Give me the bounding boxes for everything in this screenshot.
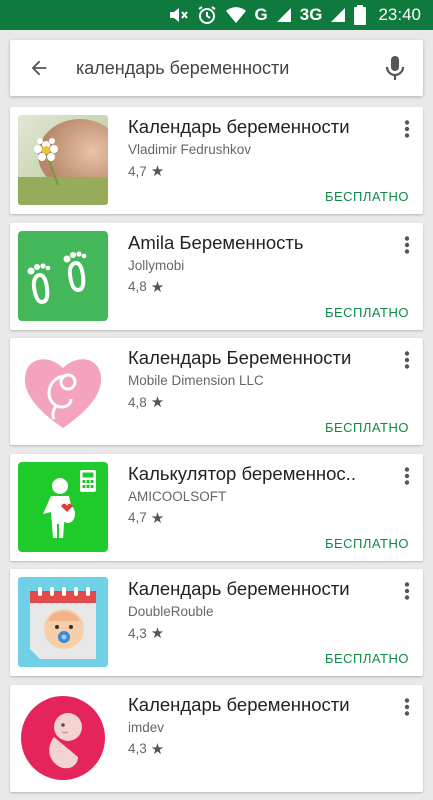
clock: 23:40 xyxy=(378,5,421,24)
belly-flower-photo xyxy=(18,115,108,205)
app-card[interactable]: Amila Беременность Jollymobi 4,8 ★ БЕСПЛ… xyxy=(10,222,423,330)
star-icon: ★ xyxy=(150,509,165,527)
signal-icon xyxy=(276,7,292,23)
rating-value: 4,7 xyxy=(128,510,147,525)
star-icon: ★ xyxy=(150,394,165,411)
app-developer[interactable]: Mobile Dimension LLC xyxy=(128,373,264,388)
mute-icon xyxy=(169,6,189,24)
app-developer[interactable]: Vladimir Fedrushkov xyxy=(128,142,251,157)
star-icon: ★ xyxy=(150,625,165,642)
app-list: Календарь беременности Vladimir Fedrushk… xyxy=(10,107,423,800)
app-price: БЕСПЛАТНО xyxy=(324,189,409,204)
network-type-g: G xyxy=(254,5,268,24)
star-icon: ★ xyxy=(150,740,165,758)
rating-value: 4,3 xyxy=(128,741,147,756)
pregnant-calculator-icon xyxy=(18,461,108,552)
app-developer[interactable]: DoubleRouble xyxy=(128,604,214,619)
app-price: БЕСПЛАТНО xyxy=(324,651,409,666)
search-input[interactable] xyxy=(68,57,367,79)
app-title: Калькулятор беременнос.. xyxy=(128,462,356,484)
heart-embryo-icon xyxy=(18,346,108,436)
app-rating: 4,3 ★ xyxy=(128,740,164,758)
app-title: Календарь беременности xyxy=(128,116,350,137)
wifi-icon xyxy=(225,6,247,24)
app-card[interactable]: Календарь беременности imdev 4,3 ★ xyxy=(10,684,423,792)
more-vert-icon xyxy=(404,235,410,254)
app-price: БЕСПЛАТНО xyxy=(324,420,409,435)
search-bar xyxy=(10,40,423,96)
rating-value: 4,3 xyxy=(128,625,147,641)
overflow-menu-button[interactable] xyxy=(397,117,417,141)
overflow-menu-button[interactable] xyxy=(397,348,417,372)
app-rating: 4,3 ★ xyxy=(128,624,164,642)
app-rating: 4,8 ★ xyxy=(128,393,164,411)
rating-value: 4,8 xyxy=(128,279,147,294)
back-button[interactable] xyxy=(10,40,68,96)
more-vert-icon xyxy=(404,582,410,600)
app-title: Календарь беременности xyxy=(128,578,350,599)
app-title: Календарь Беременности xyxy=(128,347,352,368)
app-developer[interactable]: imdev xyxy=(128,720,164,735)
star-icon: ★ xyxy=(150,278,165,296)
alarm-icon xyxy=(197,5,217,25)
arrow-back-icon xyxy=(31,60,47,76)
more-vert-icon xyxy=(404,120,410,138)
app-rating: 4,7 ★ xyxy=(128,509,164,527)
app-title: Календарь беременности xyxy=(128,693,350,715)
footprints-icon xyxy=(18,230,108,321)
overflow-menu-button[interactable] xyxy=(397,464,417,488)
app-rating: 4,8 ★ xyxy=(128,278,164,296)
overflow-menu-button[interactable] xyxy=(397,695,417,719)
status-bar: G 3G 23:40 xyxy=(0,0,433,30)
embryo-circle-icon xyxy=(18,692,108,783)
voice-search-button[interactable] xyxy=(367,40,423,96)
more-vert-icon xyxy=(404,351,410,369)
app-price: БЕСПЛАТНО xyxy=(324,535,409,551)
calendar-baby-icon xyxy=(18,577,108,667)
signal-icon xyxy=(330,7,346,23)
app-card[interactable]: Календарь беременности DoubleRouble 4,3 … xyxy=(10,569,423,676)
overflow-menu-button[interactable] xyxy=(397,579,417,603)
app-title: Amila Беременность xyxy=(128,231,304,253)
battery-icon xyxy=(354,5,367,25)
app-developer[interactable]: Jollymobi xyxy=(128,258,184,273)
app-developer[interactable]: AMICOOLSOFT xyxy=(128,489,226,504)
app-rating: 4,7 ★ xyxy=(128,162,164,180)
star-icon: ★ xyxy=(150,163,165,180)
app-price: БЕСПЛАТНО xyxy=(324,304,409,320)
rating-value: 4,8 xyxy=(128,394,147,410)
overflow-menu-button[interactable] xyxy=(397,233,417,257)
network-type-3g: 3G xyxy=(299,5,323,24)
mic-icon xyxy=(385,56,405,80)
app-card[interactable]: Календарь беременности Vladimir Fedrushk… xyxy=(10,107,423,214)
app-card[interactable]: Календарь Беременности Mobile Dimension … xyxy=(10,338,423,445)
app-card[interactable]: Калькулятор беременнос.. AMICOOLSOFT 4,7… xyxy=(10,453,423,561)
more-vert-icon xyxy=(404,697,410,716)
more-vert-icon xyxy=(404,466,410,485)
rating-value: 4,7 xyxy=(128,163,147,179)
